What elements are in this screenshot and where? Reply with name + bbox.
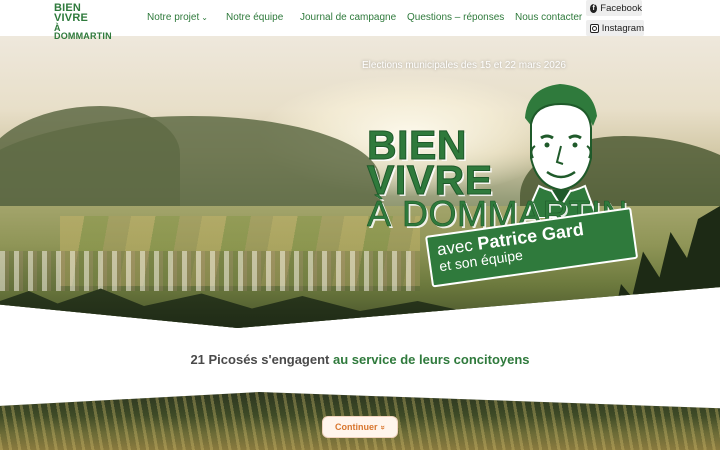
hero-banner: Elections municipales des 15 et 22 mars … (0, 36, 720, 328)
nav-item-label: Notre équipe (226, 12, 284, 23)
facebook-label: Facebook (600, 2, 642, 14)
chevron-down-icon: ⌄ (201, 13, 208, 22)
tagline-text: 21 Picosés s'engagent (190, 352, 330, 367)
nav-item-notre-equipe[interactable]: Notre équipe (226, 12, 283, 23)
instagram-link[interactable]: Instagram (586, 20, 644, 36)
tagline-accent: au service de leurs concitoyens (333, 352, 530, 367)
continue-label: Continuer (335, 422, 378, 432)
nav-item-questions[interactable]: Questions – réponses (407, 12, 504, 23)
facebook-icon: f (590, 3, 598, 13)
continue-button[interactable]: Continuer » (322, 416, 398, 438)
nav-item-label: Notre projet (147, 12, 200, 23)
nav-item-label: Journal de campagne (300, 12, 397, 23)
logo-line-3: À DOMMARTIN (54, 22, 112, 41)
nav-item-label: Nous contacter (515, 12, 583, 23)
site-header: BIEN VIVRE À DOMMARTIN Notre projet ⌄ Not… (0, 0, 720, 40)
nav-item-journal[interactable]: Journal de campagne (300, 12, 396, 23)
tagline: 21 Picosés s'engagent au service de leur… (0, 352, 720, 367)
hero-village (0, 251, 420, 291)
instagram-label: Instagram (601, 22, 644, 34)
nav-item-notre-projet[interactable]: Notre projet ⌄ (147, 12, 208, 23)
nav-item-label: Questions – réponses (407, 12, 505, 23)
election-dates: Elections municipales des 15 et 22 mars … (361, 60, 566, 71)
instagram-icon (590, 23, 599, 33)
nav-item-contact[interactable]: Nous contacter (515, 12, 582, 23)
facebook-link[interactable]: f Facebook (586, 0, 642, 16)
double-chevron-down-icon: » (378, 424, 388, 430)
